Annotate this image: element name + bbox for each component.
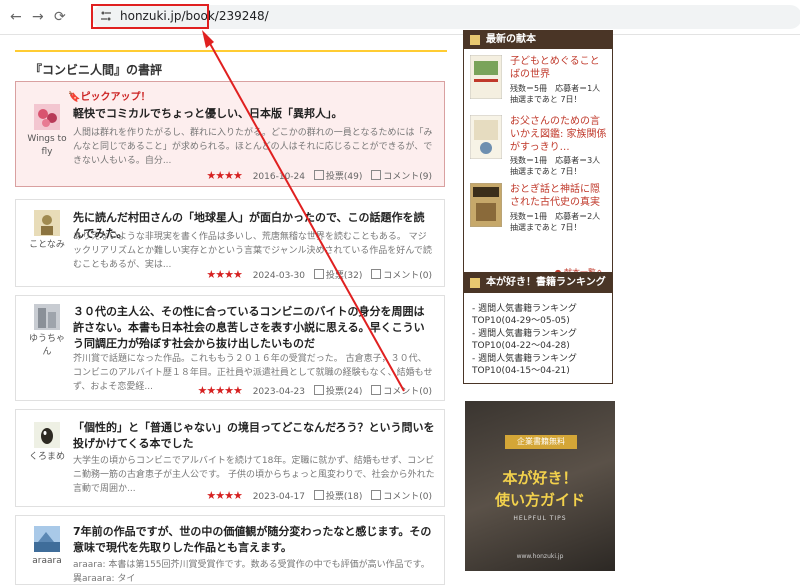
comment-count[interactable]: コメント(9) [383,172,432,182]
book-cover[interactable] [470,115,502,159]
book-title[interactable]: おとぎ話と神話に隠された古代史の真実 [510,183,608,209]
review-date: 2023-04-23 [252,387,306,397]
book-title[interactable]: お父さんのための言いかえ図鑑: 家族関係がすっきり… [510,115,608,154]
latest-books-header: 最新の献本 [464,31,612,49]
vote-icon [313,385,324,395]
avatar[interactable] [34,422,60,448]
ranking-link[interactable]: - 週間人気書籍ランキングTOP10(04-15〜04-21) [472,353,607,377]
comment-icon [371,170,382,180]
review-excerpt: araara: 本書は第155回芥川賞受賞作です。数ある受賞作の中でも評価が高い… [73,560,430,584]
banner-url: www.honzuki.jp [516,553,564,560]
book-cover[interactable] [470,55,502,99]
reload-icon[interactable]: ⟳ [54,9,66,25]
header-divider [15,50,447,52]
vote-icon [313,269,324,279]
section-title: 『コンビニ人間』の書評 [30,63,163,77]
comment-count[interactable]: コメント(0) [383,271,432,281]
vote-count[interactable]: 投票(24) [326,387,362,397]
book-deadline: 抽選まであと 7日！ [510,167,582,176]
review-meta: ★★★★★ 2023-04-23 投票(24) コメント(0) [198,384,432,397]
book-icon [470,35,480,45]
vote-count[interactable]: 投票(49) [326,172,362,182]
banner-tag: 企業書籍無料 [505,435,577,449]
reviewer[interactable]: ことなみ [26,210,68,252]
ranking-link[interactable]: - 週間人気書籍ランキングTOP10(04-22〜04-28) [472,328,607,352]
review-excerpt: ありえないような非現実を書く作品は多いし、荒唐無稽な世界を読むこともある。 マジ… [73,232,432,270]
book-cover[interactable] [470,183,502,227]
back-icon[interactable]: ← [10,9,22,25]
review-card[interactable]: ことなみ 先に読んだ村田さんの「地球星人」が面白かったので、この話題作を読んでみ… [15,199,445,287]
avatar[interactable] [34,304,60,330]
review-date: 2023-04-17 [252,492,306,502]
book-deadline: 抽選まであと 7日！ [510,223,582,232]
book-title[interactable]: 子どもとめぐることばの世界 [510,55,608,81]
ranking-panel: 本が好き！書籍ランキング - 週間人気書籍ランキングTOP10(04-29〜05… [463,272,613,384]
rating-stars: ★★★★ [206,169,242,182]
banner-subtitle: HELPFUL TIPS [513,515,567,522]
reviewer-name[interactable]: araara [26,555,68,568]
review-meta: ★★★★ 2023-04-17 投票(18) コメント(0) [206,489,432,502]
giveaway-book[interactable]: お父さんのための言いかえ図鑑: 家族関係がすっきり… 残数＝1冊 応募者＝3人 … [470,115,608,181]
review-date: 2024-03-30 [252,271,306,281]
avatar[interactable] [34,526,60,552]
review-card[interactable]: araara 7年前の作品ですが、世の中の価値観が随分変わったなと感じます。その… [15,515,445,585]
reviewer[interactable]: くろまめ [26,422,68,464]
book-stock: 残数＝1冊 応募者＝3人 [510,156,601,165]
latest-books-panel: 最新の献本 子どもとめぐることばの世界 残数＝5冊 応募者＝1人 抽選まであと … [463,30,613,282]
vote-icon [313,490,324,500]
avatar[interactable] [34,210,60,236]
review-card[interactable]: 🔖ピックアップ！ Wings to fly 軽快でコミカルでちょっと優しい、日本… [15,81,445,187]
review-title[interactable]: 7年前の作品ですが、世の中の価値観が随分変わったなと感じます。その意味で現代を先… [73,524,435,556]
vote-count[interactable]: 投票(18) [326,492,362,502]
reviewer-name[interactable]: くろまめ [26,451,68,464]
comment-icon [371,385,382,395]
review-card[interactable]: ゆうちゃん ３０代の主人公、その性に合っているコンビニのバイトの身分を周囲は許さ… [15,295,445,401]
review-title[interactable]: 軽快でコミカルでちょっと優しい、日本版「異邦人」。 [73,106,435,122]
star-badge-icon: 🔖 [68,92,81,103]
comment-count[interactable]: コメント(0) [383,387,432,397]
url-highlight-box [91,4,209,29]
book-deadline: 抽選まであと 7日！ [510,95,582,104]
reviewer-name[interactable]: Wings to fly [26,133,68,159]
forward-icon[interactable]: → [32,9,44,25]
reviewer-name[interactable]: ゆうちゃん [26,333,68,359]
book-stock: 残数＝1冊 応募者＝2人 [510,212,601,221]
avatar[interactable] [34,104,60,130]
ranking-link[interactable]: - 週間人気書籍ランキングTOP10(04-29〜05-05) [472,303,607,327]
pickup-badge: 🔖ピックアップ！ [68,92,151,103]
review-title[interactable]: ３０代の主人公、その性に合っているコンビニのバイトの身分を周囲は許さない。本書も… [73,304,435,352]
review-meta: ★★★★ 2016-10-24 投票(49) コメント(9) [206,169,432,182]
review-meta: ★★★★ 2024-03-30 投票(32) コメント(0) [206,268,432,281]
ranking-header: 本が好き！書籍ランキング [464,273,612,293]
vote-count[interactable]: 投票(32) [326,271,362,281]
reviewer-name[interactable]: ことなみ [26,239,68,252]
rating-stars: ★★★★★ [197,384,243,397]
giveaway-book[interactable]: おとぎ話と神話に隠された古代史の真実 残数＝1冊 応募者＝2人 抽選まであと 7… [470,183,608,247]
comment-icon [371,490,382,500]
vote-icon [313,170,324,180]
review-card[interactable]: くろまめ 「個性的」と「普通じゃない」の境目ってどこなんだろう？という問いを投げ… [15,409,445,507]
rating-stars: ★★★★ [206,489,242,502]
review-excerpt: 人間は群れを作りたがるし、群れに入りたがる。どこかの群れの一員となるためには「み… [73,128,433,166]
reviewer[interactable]: araara [26,526,68,568]
comment-icon [371,269,382,279]
comment-count[interactable]: コメント(0) [383,492,432,502]
usage-guide-banner[interactable]: 企業書籍無料 本が好き！ 使い方ガイド HELPFUL TIPS www.hon… [465,401,615,571]
giveaway-book[interactable]: 子どもとめぐることばの世界 残数＝5冊 応募者＝1人 抽選まであと 7日！ [470,55,608,115]
banner-title: 本が好き！ 使い方ガイド [494,469,585,509]
review-date: 2016-10-24 [252,172,306,182]
reviewer[interactable]: ゆうちゃん [26,304,68,359]
reviewer[interactable]: Wings to fly [26,104,68,159]
book-stock: 残数＝5冊 応募者＝1人 [510,84,601,93]
rating-stars: ★★★★ [206,268,242,281]
review-title[interactable]: 「個性的」と「普通じゃない」の境目ってどこなんだろう？という問いを投げかけてくる… [73,420,435,452]
calendar-icon [470,278,480,288]
